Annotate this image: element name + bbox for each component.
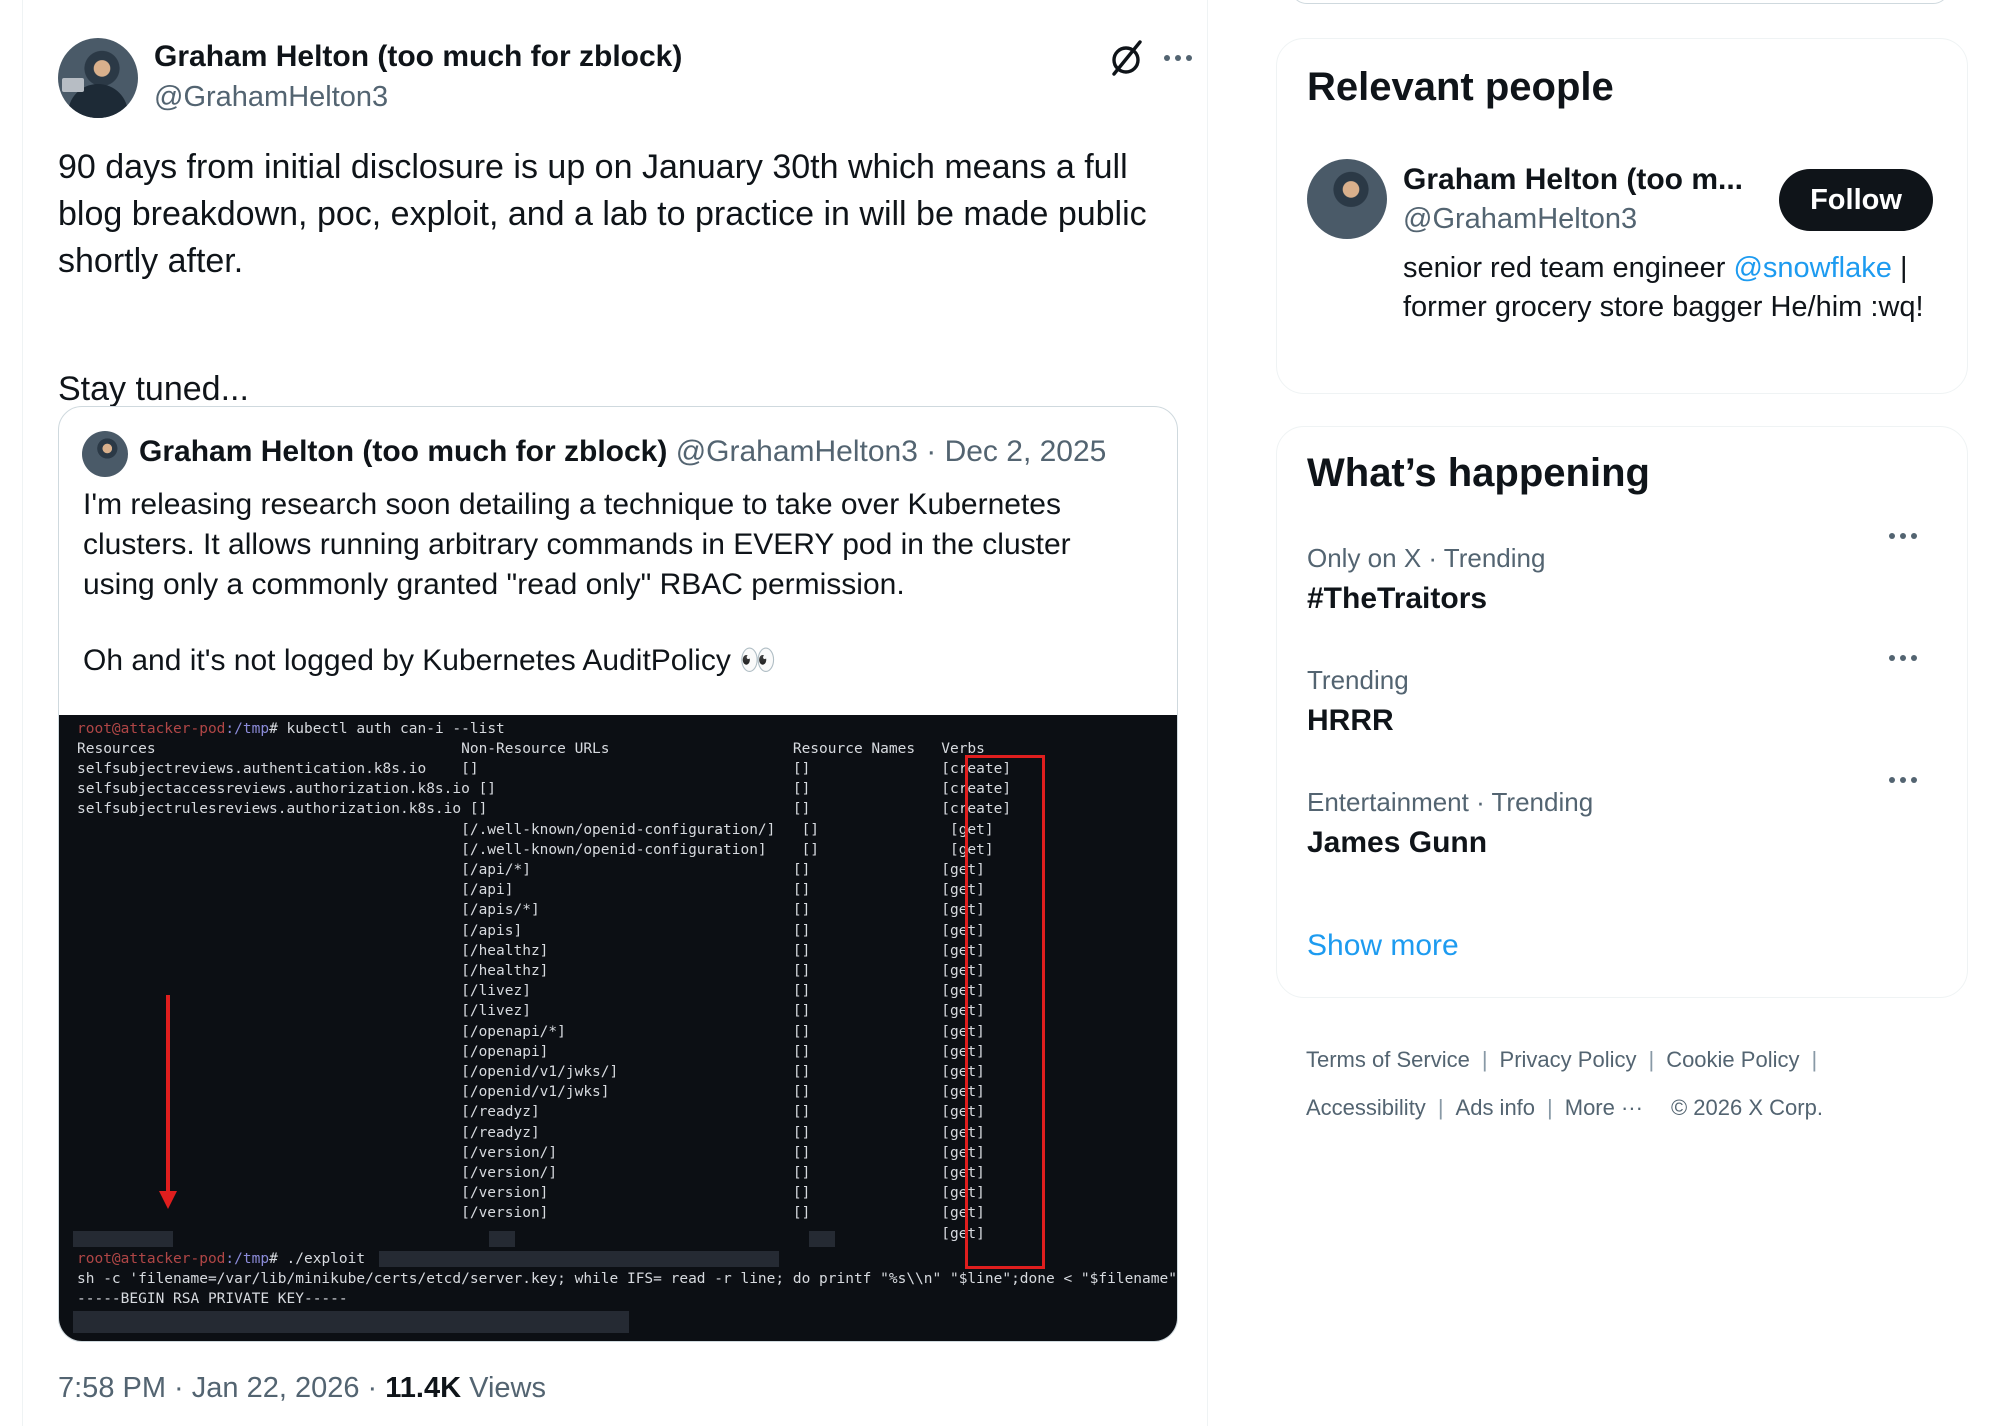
views-label: Views bbox=[461, 1372, 546, 1404]
trend-category: Trending bbox=[1307, 665, 1409, 695]
terminal-row: selfsubjectaccessreviews.authorization.k… bbox=[77, 781, 1012, 798]
terminal-row: [/api/*] [] [get] bbox=[77, 862, 985, 878]
quote-meta: @GrahamHelton3 · Dec 2, 2025 bbox=[667, 435, 1107, 468]
relevant-person-avatar[interactable] bbox=[1307, 159, 1387, 239]
verbs-highlight-box bbox=[965, 755, 1045, 1269]
terminal-row: selfsubjectreviews.authentication.k8s.io… bbox=[77, 761, 1012, 777]
trend-item[interactable]: Entertainment · Trending James Gunn bbox=[1307, 787, 1937, 860]
terminal-row: [/.well-known/openid-configuration/] [] … bbox=[77, 821, 994, 838]
terminal-row: [/apis/*] [] [get] bbox=[77, 902, 985, 919]
redaction bbox=[73, 1311, 629, 1333]
whats-happening-title: What’s happening bbox=[1307, 451, 1650, 495]
whats-happening-card: What’s happening Only on X · Trending #T… bbox=[1276, 426, 1968, 998]
mention-link[interactable]: @snowflake bbox=[1733, 252, 1891, 284]
quote-text: I'm releasing research soon detailing a … bbox=[83, 488, 1071, 601]
author-name[interactable]: Graham Helton (too much for zblock) bbox=[154, 40, 682, 74]
trend-item[interactable]: Trending HRRR bbox=[1307, 665, 1937, 738]
more-link[interactable]: More ··· bbox=[1565, 1095, 1643, 1120]
quote-author-name[interactable]: Graham Helton (too much for zblock) bbox=[139, 435, 667, 468]
follow-button[interactable]: Follow bbox=[1779, 169, 1933, 231]
tweet-meta: 7:58 PM · Jan 22, 2026 · 11.4K Views bbox=[58, 1372, 546, 1404]
terminal-row: [/livez] [] [get] bbox=[77, 983, 985, 1000]
terminal-sh-line: sh -c 'filename=/var/lib/minikube/certs/… bbox=[77, 1271, 1178, 1287]
terminal-row: [/readyz] [] [get] bbox=[77, 1104, 985, 1121]
main-column: Graham Helton (too much for zblock) @Gra… bbox=[22, 0, 1208, 1426]
trend-category: Only on X · Trending bbox=[1307, 543, 1546, 573]
terminal-rsa-line: -----BEGIN RSA PRIVATE KEY----- bbox=[77, 1291, 348, 1307]
copyright: © 2026 X Corp. bbox=[1670, 1095, 1823, 1120]
privacy-link[interactable]: Privacy Policy bbox=[1500, 1047, 1637, 1072]
terminal-command-1: root@attacker-pod:/tmp# kubectl auth can… bbox=[77, 721, 505, 737]
terminal-command-2: root@attacker-pod:/tmp# ./exploit bbox=[77, 1251, 366, 1267]
ads-info-link[interactable]: Ads info bbox=[1456, 1095, 1536, 1120]
terminal-row: [/openapi] [] [get] bbox=[77, 1043, 985, 1060]
accessibility-link[interactable]: Accessibility bbox=[1306, 1095, 1426, 1120]
quote-tweet[interactable]: Graham Helton (too much for zblock) @Gra… bbox=[58, 406, 1178, 1342]
relevant-person-bio: senior red team engineer @snowflake | fo… bbox=[1403, 252, 1924, 323]
red-arrow-head bbox=[159, 1191, 177, 1209]
terms-link[interactable]: Terms of Service bbox=[1306, 1047, 1470, 1072]
terminal-row: [/openid/v1/jwks] [] [get] bbox=[77, 1084, 985, 1101]
trend-name: HRRR bbox=[1307, 704, 1394, 737]
search-box-edge bbox=[1290, 0, 1950, 4]
views-count: 11.4K bbox=[385, 1372, 462, 1404]
more-icon[interactable] bbox=[1160, 40, 1196, 76]
grok-icon[interactable] bbox=[1106, 38, 1146, 78]
quote-header: Graham Helton (too much for zblock) @Gra… bbox=[139, 435, 1106, 469]
tweet-text-2: Stay tuned... bbox=[58, 370, 249, 408]
show-more-link[interactable]: Show more bbox=[1307, 929, 1459, 963]
terminal-screenshot[interactable]: root@attacker-pod:/tmp# kubectl auth can… bbox=[59, 715, 1178, 1341]
terminal-row: [/api] [] [get] bbox=[77, 882, 985, 899]
tweet: Graham Helton (too much for zblock) @Gra… bbox=[58, 38, 1192, 1404]
tweet-header: Graham Helton (too much for zblock) @Gra… bbox=[58, 38, 1192, 118]
terminal-row: [/healthz] [] [get] bbox=[77, 963, 985, 979]
trend-name: James Gunn bbox=[1307, 826, 1488, 859]
terminal-row: [/version] [] [get] bbox=[77, 1185, 985, 1202]
terminal-row: [/livez] [] [get] bbox=[77, 1003, 985, 1020]
redaction bbox=[73, 1231, 173, 1247]
more-icon[interactable] bbox=[1885, 521, 1921, 551]
timestamp[interactable]: 7:58 PM · Jan 22, 2026 bbox=[58, 1372, 359, 1404]
trend-category: Entertainment · Trending bbox=[1307, 787, 1594, 817]
avatar[interactable] bbox=[58, 38, 138, 118]
terminal-header: Resources Non-Resource URLs Resource Nam… bbox=[77, 741, 985, 757]
footer-links: Terms of Service | Privacy Policy | Cookie P… bbox=[1306, 1047, 1823, 1120]
redaction bbox=[379, 1251, 779, 1267]
more-icon[interactable] bbox=[1885, 643, 1921, 673]
terminal-row: [/openid/v1/jwks/] [] [get] bbox=[77, 1064, 985, 1080]
quote-text-2: Oh and it's not logged by Kubernetes Aud… bbox=[83, 644, 777, 677]
terminal-row: [/.well-known/openid-configuration] [] [… bbox=[77, 841, 994, 858]
author-handle[interactable]: @GrahamHelton3 bbox=[154, 81, 388, 114]
terminal-row: [get] bbox=[77, 1225, 985, 1242]
more-icon[interactable] bbox=[1885, 765, 1921, 795]
terminal-row: [/version/] [] [get] bbox=[77, 1165, 985, 1181]
terminal-row: selfsubjectrulesreviews.authorization.k8… bbox=[77, 801, 1012, 818]
relevant-people-title: Relevant people bbox=[1307, 65, 1614, 109]
redaction bbox=[809, 1231, 835, 1247]
redaction bbox=[489, 1231, 515, 1247]
terminal-row: [/healthz] [] [get] bbox=[77, 942, 985, 959]
trend-item[interactable]: Only on X · Trending #TheTraitors bbox=[1307, 543, 1937, 616]
quote-avatar[interactable] bbox=[82, 431, 128, 477]
red-arrow bbox=[166, 995, 170, 1195]
relevant-person-name[interactable]: Graham Helton (too m... bbox=[1403, 163, 1763, 197]
terminal-row: [/version] [] [get] bbox=[77, 1205, 985, 1222]
terminal-row: [/readyz] [] [get] bbox=[77, 1124, 985, 1141]
terminal-row: [/apis] [] [get] bbox=[77, 922, 985, 939]
relevant-people-card: Relevant people Graham Helton (too m... … bbox=[1276, 38, 1968, 394]
terminal-row: [/openapi/*] [] [get] bbox=[77, 1023, 985, 1040]
trend-name: #TheTraitors bbox=[1307, 582, 1488, 615]
tweet-text: 90 days from initial disclosure is up on… bbox=[58, 148, 1147, 280]
terminal-row: [/version/] [] [get] bbox=[77, 1144, 985, 1161]
cookie-link[interactable]: Cookie Policy bbox=[1666, 1047, 1799, 1072]
relevant-person-handle[interactable]: @GrahamHelton3 bbox=[1403, 203, 1637, 236]
